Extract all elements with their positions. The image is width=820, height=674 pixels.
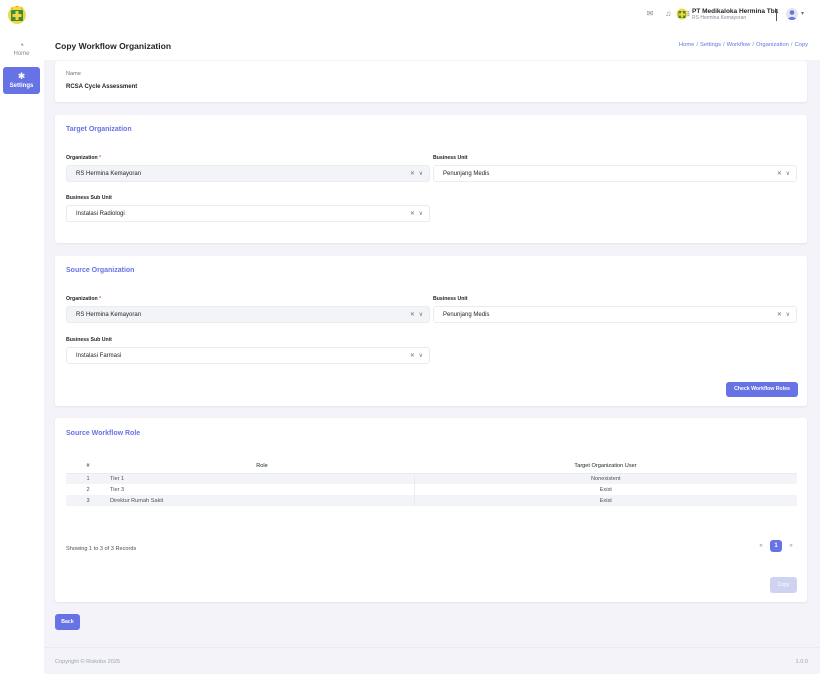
source-sub-unit-value: Instalasi Farmasi	[76, 353, 122, 359]
row-role: Tier 1	[110, 473, 414, 484]
dashboard-icon: ◔	[18, 40, 25, 50]
clear-chevron-icon[interactable]: ✕ ∨	[777, 170, 791, 177]
source-sub-unit-label: Business Sub Unit	[66, 337, 112, 343]
source-workflow-role-card: Source Workflow Role # Role Target Organ…	[55, 418, 807, 602]
name-label: Name	[66, 71, 81, 77]
clear-chevron-icon[interactable]: ✕ ∨	[410, 352, 424, 359]
target-organization-value: RS Hermina Kemayoran	[76, 171, 142, 177]
records-summary: Showing 1 to 3 of 3 Records	[66, 546, 137, 552]
user-icon	[787, 10, 797, 20]
pagination-next-button[interactable]: »	[785, 540, 797, 552]
page-title: Copy Workflow Organization	[55, 41, 172, 51]
source-sub-unit-select[interactable]: Instalasi Farmasi ✕ ∨	[66, 347, 430, 364]
company-logo-icon	[676, 8, 688, 20]
back-button[interactable]: Back	[55, 614, 80, 630]
column-header-role: Role	[110, 459, 414, 474]
clear-chevron-icon[interactable]: ✕ ∨	[410, 210, 424, 217]
copy-button[interactable]: Copy	[770, 577, 797, 593]
target-business-unit-label: Business Unit	[433, 155, 468, 161]
table-header-row: # Role Target Organization User	[66, 459, 797, 474]
check-workflow-roles-button[interactable]: Check Workflow Roles	[726, 382, 798, 397]
footer: Copyright © Riskobs 2025 1.0.0	[44, 647, 820, 674]
sidebar-item-label: Home	[13, 51, 30, 57]
row-number: 3	[66, 495, 110, 506]
breadcrumb-home[interactable]: Home	[679, 42, 694, 48]
bell-icon[interactable]: ♫	[665, 9, 671, 18]
version-text: 1.0.0	[795, 659, 808, 665]
company-subtitle: RS Hermina Kemayoran	[692, 14, 747, 21]
name-card: Name RCSA Cycle Assessment	[55, 61, 807, 102]
target-business-unit-select[interactable]: Penunjang Medis ✕ ∨	[433, 165, 797, 182]
row-number: 1	[66, 473, 110, 484]
company-switcher[interactable]: PT Medikaloka Hermina Tbk RS Hermina Kem…	[676, 7, 778, 21]
source-organization-select[interactable]: RS Hermina Kemayoran ✕ ∨	[66, 306, 430, 323]
row-number: 2	[86, 486, 90, 493]
source-organization-value: RS Hermina Kemayoran	[76, 312, 142, 318]
target-sub-unit-select[interactable]: Instalasi Radiologi ✕ ∨	[66, 205, 430, 222]
hospital-logo-icon[interactable]	[6, 4, 28, 26]
sidebar-item-settings[interactable]: ✱ Settings	[3, 67, 40, 94]
table-row: 2 Tier 3 Exist	[66, 484, 797, 495]
sidebar-item-home[interactable]: ◔ Home	[3, 36, 40, 63]
target-organization-select[interactable]: RS Hermina Kemayoran ✕ ∨	[66, 165, 430, 182]
pagination: « 1 »	[755, 540, 797, 552]
row-status: Nonexistent	[413, 473, 797, 484]
breadcrumb-organization[interactable]: Organization	[756, 42, 789, 48]
source-organization-title: Source Organization	[66, 267, 135, 274]
column-header-target-user: Target Organization User	[414, 459, 797, 474]
target-organization-card: Target Organization Organization * RS He…	[55, 115, 807, 243]
target-organization-title: Target Organization	[66, 126, 132, 133]
clear-chevron-icon[interactable]: ✕ ∨	[777, 311, 791, 318]
gear-icon: ✱	[17, 71, 26, 81]
sidebar-item-label: Settings	[9, 83, 34, 89]
breadcrumb-settings[interactable]: Settings	[700, 42, 721, 48]
row-status: Exist	[413, 495, 797, 506]
source-workflow-role-title: Source Workflow Role	[66, 430, 141, 437]
source-organization-card: Source Organization Organization * RS He…	[55, 256, 807, 406]
header-divider	[776, 9, 777, 21]
mail-icon[interactable]: ✉	[647, 9, 654, 18]
top-navbar: ✉ ♫ ⊞ PT Medikaloka Hermina Tbk RS Hermi…	[0, 0, 820, 30]
clear-chevron-icon[interactable]: ✕ ∨	[410, 311, 424, 318]
pagination-prev-button[interactable]: «	[755, 540, 767, 552]
clear-chevron-icon[interactable]: ✕ ∨	[410, 170, 424, 177]
row-role: Direktur Rumah Sakit	[110, 495, 414, 506]
table-row: 3 Direktur Rumah Sakit Exist	[66, 495, 797, 506]
breadcrumb-workflow[interactable]: Workflow	[727, 42, 751, 48]
table-row: 1 Tier 1 Nonexistent	[66, 473, 797, 484]
column-header-number: #	[66, 459, 110, 474]
chevron-down-icon[interactable]: ▾	[801, 10, 804, 17]
target-business-unit-value: Penunjang Medis	[443, 171, 490, 177]
user-avatar[interactable]	[786, 8, 798, 20]
source-business-unit-value: Penunjang Medis	[443, 312, 490, 318]
target-sub-unit-value: Instalasi Radiologi	[76, 211, 125, 217]
breadcrumb-current: Copy	[794, 42, 808, 48]
sidebar: ◔ Home ✱ Settings	[0, 30, 44, 674]
row-role: Tier 3	[110, 486, 125, 493]
source-business-unit-select[interactable]: Penunjang Medis ✕ ∨	[433, 306, 797, 323]
source-business-unit-label: Business Unit	[433, 296, 468, 302]
company-name: PT Medikaloka Hermina Tbk	[692, 7, 779, 15]
target-sub-unit-label: Business Sub Unit	[66, 195, 112, 201]
pagination-page-1[interactable]: 1	[770, 540, 782, 552]
page-title-bar: Copy Workflow Organization Home / Settings…	[44, 30, 820, 60]
row-status: Exist	[413, 484, 797, 495]
workflow-role-table: # Role Target Organization User 1 Tier 1…	[66, 459, 797, 506]
copyright-text: Copyright © Riskobs 2025	[55, 659, 121, 665]
breadcrumb: Home / Settings / Workflow / Organization / Copy	[678, 42, 808, 48]
source-organization-label: Organization *	[66, 296, 102, 302]
target-organization-label: Organization *	[66, 155, 102, 161]
name-value: RCSA Cycle Assessment	[66, 84, 138, 90]
